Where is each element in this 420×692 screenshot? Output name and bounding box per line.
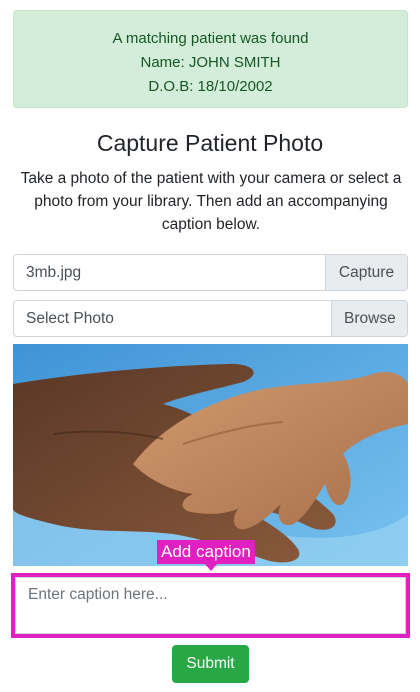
hands-photo-image: [13, 344, 408, 566]
alert-message: A matching patient was found: [112, 30, 309, 47]
browse-input-group: Select Photo Browse: [13, 300, 408, 337]
add-caption-tag: Add caption: [157, 540, 255, 571]
patient-name: Name: JOHN SMITH: [140, 54, 281, 71]
page-title: Capture Patient Photo: [96, 130, 324, 156]
add-caption-label: Add caption: [161, 542, 251, 561]
select-photo-field[interactable]: Select Photo: [14, 301, 331, 336]
patient-dob: D.O.B: 18/10/2002: [148, 78, 273, 95]
page-description: Take a photo of the patient with your ca…: [20, 170, 402, 233]
capture-button[interactable]: Capture: [325, 255, 407, 290]
patient-photo: [13, 344, 408, 566]
capture-input-group: 3mb.jpg Capture: [13, 254, 408, 291]
tag-arrow-icon: [205, 564, 217, 571]
patient-found-alert: A matching patient was found Name: JOHN …: [13, 10, 408, 108]
caption-highlight: [11, 573, 410, 638]
browse-button[interactable]: Browse: [331, 301, 407, 336]
submit-button[interactable]: Submit: [172, 645, 249, 683]
caption-input[interactable]: [15, 577, 406, 634]
capture-file-field[interactable]: 3mb.jpg: [14, 255, 325, 290]
